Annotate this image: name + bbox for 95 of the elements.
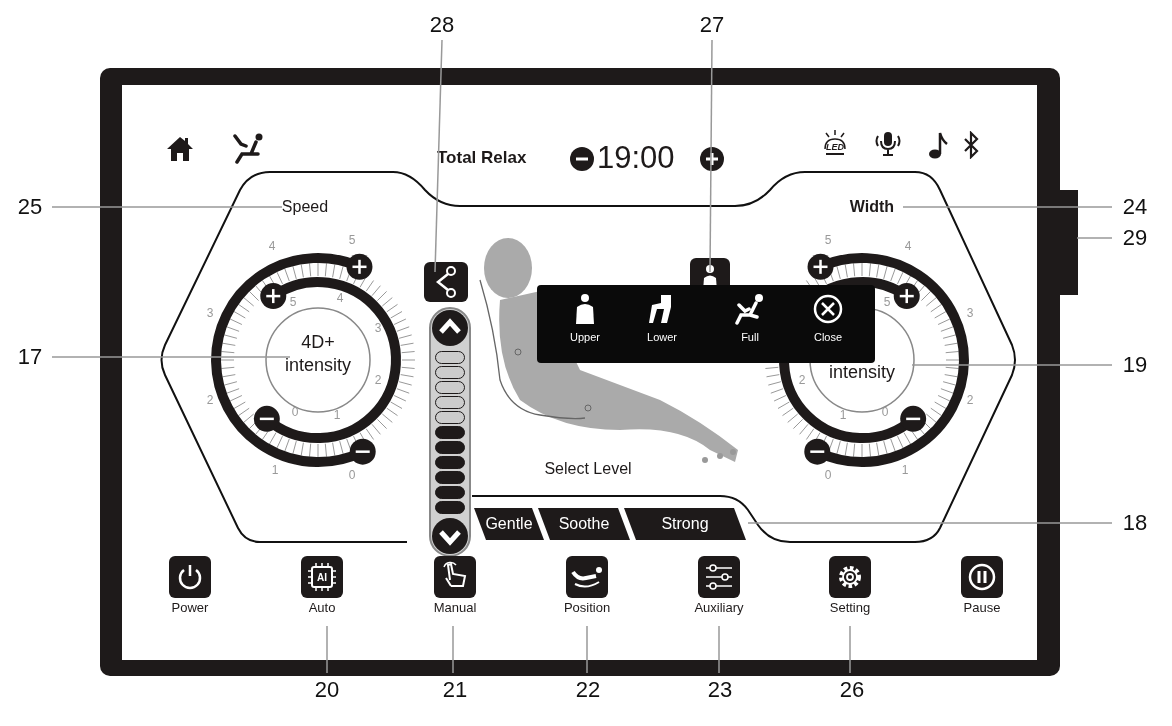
area-option[interactable]: Close bbox=[813, 293, 843, 343]
reclining-person-icon bbox=[735, 293, 765, 325]
callout-number: 25 bbox=[17, 194, 43, 220]
menu-button[interactable]: Setting bbox=[810, 556, 890, 615]
level-slider[interactable] bbox=[429, 307, 471, 557]
sliders-icon bbox=[698, 556, 740, 598]
level-segment bbox=[435, 365, 465, 379]
track-icon[interactable] bbox=[424, 262, 468, 302]
level-segment bbox=[435, 410, 465, 424]
reclined-body-icon bbox=[566, 556, 608, 598]
minus-button[interactable] bbox=[900, 405, 927, 432]
callout-number: 20 bbox=[314, 677, 340, 703]
callout-number: 21 bbox=[442, 677, 468, 703]
plus-button[interactable] bbox=[346, 253, 373, 280]
menu-button[interactable]: AI Auto bbox=[282, 556, 362, 615]
scale-number: 1 bbox=[271, 463, 279, 477]
select-level-label: Select Level bbox=[544, 460, 632, 478]
scale-number: 5 bbox=[348, 233, 356, 247]
scale-number: 2 bbox=[798, 373, 806, 387]
timer-display: 19:00 bbox=[597, 140, 675, 176]
level-segment bbox=[435, 395, 465, 409]
level-tab[interactable]: Strong bbox=[624, 508, 746, 540]
callout-number: 17 bbox=[17, 344, 43, 370]
scale-number: 4 bbox=[268, 239, 276, 253]
leader-line bbox=[326, 625, 328, 674]
scale-number: 2 bbox=[206, 393, 214, 407]
recline-icon[interactable] bbox=[232, 132, 264, 164]
pause-icon bbox=[961, 556, 1003, 598]
callout-number: 27 bbox=[699, 12, 725, 38]
menu-button[interactable]: Position bbox=[547, 556, 627, 615]
scale-number: 5 bbox=[883, 295, 891, 309]
menu-button[interactable]: Power bbox=[150, 556, 230, 615]
menu-button[interactable]: Manual bbox=[415, 556, 495, 615]
power-icon bbox=[169, 556, 211, 598]
home-icon[interactable] bbox=[166, 136, 194, 162]
dial-label: Width bbox=[849, 198, 895, 216]
leader-line bbox=[1076, 237, 1113, 239]
callout-number: 24 bbox=[1122, 194, 1148, 220]
level-tab[interactable]: Soothe bbox=[538, 508, 630, 540]
scale-number: 5 bbox=[824, 233, 832, 247]
scale-number: 4 bbox=[336, 291, 344, 305]
plus-button[interactable] bbox=[807, 253, 834, 280]
plus-button[interactable] bbox=[260, 283, 287, 310]
leader-line bbox=[452, 625, 454, 674]
up-button[interactable] bbox=[432, 310, 468, 346]
scale-number: 0 bbox=[348, 468, 356, 482]
scale-number: 3 bbox=[374, 321, 382, 335]
minus-button[interactable] bbox=[570, 147, 594, 171]
down-button[interactable] bbox=[432, 518, 468, 554]
level-segment bbox=[435, 380, 465, 394]
intensity-label: intensity bbox=[829, 361, 895, 383]
callout-number: 26 bbox=[839, 677, 865, 703]
scale-number: 4 bbox=[904, 239, 912, 253]
music-note-icon[interactable] bbox=[928, 130, 948, 160]
leader-line bbox=[718, 625, 720, 674]
area-option[interactable]: Upper bbox=[570, 293, 600, 343]
scale-number: 3 bbox=[966, 306, 974, 320]
area-option[interactable]: Full bbox=[735, 293, 765, 343]
menu-button[interactable]: Auxiliary bbox=[679, 556, 759, 615]
area-option[interactable]: Lower bbox=[647, 293, 677, 343]
scale-number: 2 bbox=[966, 393, 974, 407]
intensity-label: 4D+ bbox=[301, 331, 335, 353]
level-segment bbox=[435, 350, 465, 364]
minus-button[interactable] bbox=[253, 405, 280, 432]
hand-icon bbox=[434, 556, 476, 598]
chip-icon: AI bbox=[301, 556, 343, 598]
callout-number: 28 bbox=[429, 12, 455, 38]
microphone-icon[interactable] bbox=[873, 130, 903, 158]
callout-number: 23 bbox=[707, 677, 733, 703]
scale-number: 5 bbox=[289, 295, 297, 309]
leader-line bbox=[849, 625, 851, 674]
settings-icon bbox=[829, 556, 871, 598]
scale-number: 3 bbox=[206, 306, 214, 320]
scale-number: 1 bbox=[839, 408, 847, 422]
minus-button[interactable] bbox=[349, 438, 376, 465]
callout-number: 29 bbox=[1122, 225, 1148, 251]
callout-number: 19 bbox=[1122, 352, 1148, 378]
callout-number: 22 bbox=[575, 677, 601, 703]
callout-number: 18 bbox=[1122, 510, 1148, 536]
scale-number: 0 bbox=[291, 405, 299, 419]
leader-line bbox=[586, 625, 588, 674]
scale-number: 1 bbox=[333, 408, 341, 422]
scale-number: 1 bbox=[901, 463, 909, 477]
dial-label: Speed bbox=[281, 198, 329, 216]
plus-button[interactable] bbox=[893, 283, 920, 310]
menu-button[interactable]: Pause bbox=[942, 556, 1022, 615]
plus-button[interactable] bbox=[700, 147, 724, 171]
scale-number: 2 bbox=[374, 373, 382, 387]
intensity-label: intensity bbox=[285, 354, 351, 376]
close-icon bbox=[813, 293, 843, 325]
bluetooth-icon[interactable] bbox=[962, 131, 980, 159]
program-title: Total Relax bbox=[437, 148, 527, 168]
minus-button[interactable] bbox=[804, 438, 831, 465]
scale-number: 0 bbox=[824, 468, 832, 482]
scale-number: 0 bbox=[881, 405, 889, 419]
